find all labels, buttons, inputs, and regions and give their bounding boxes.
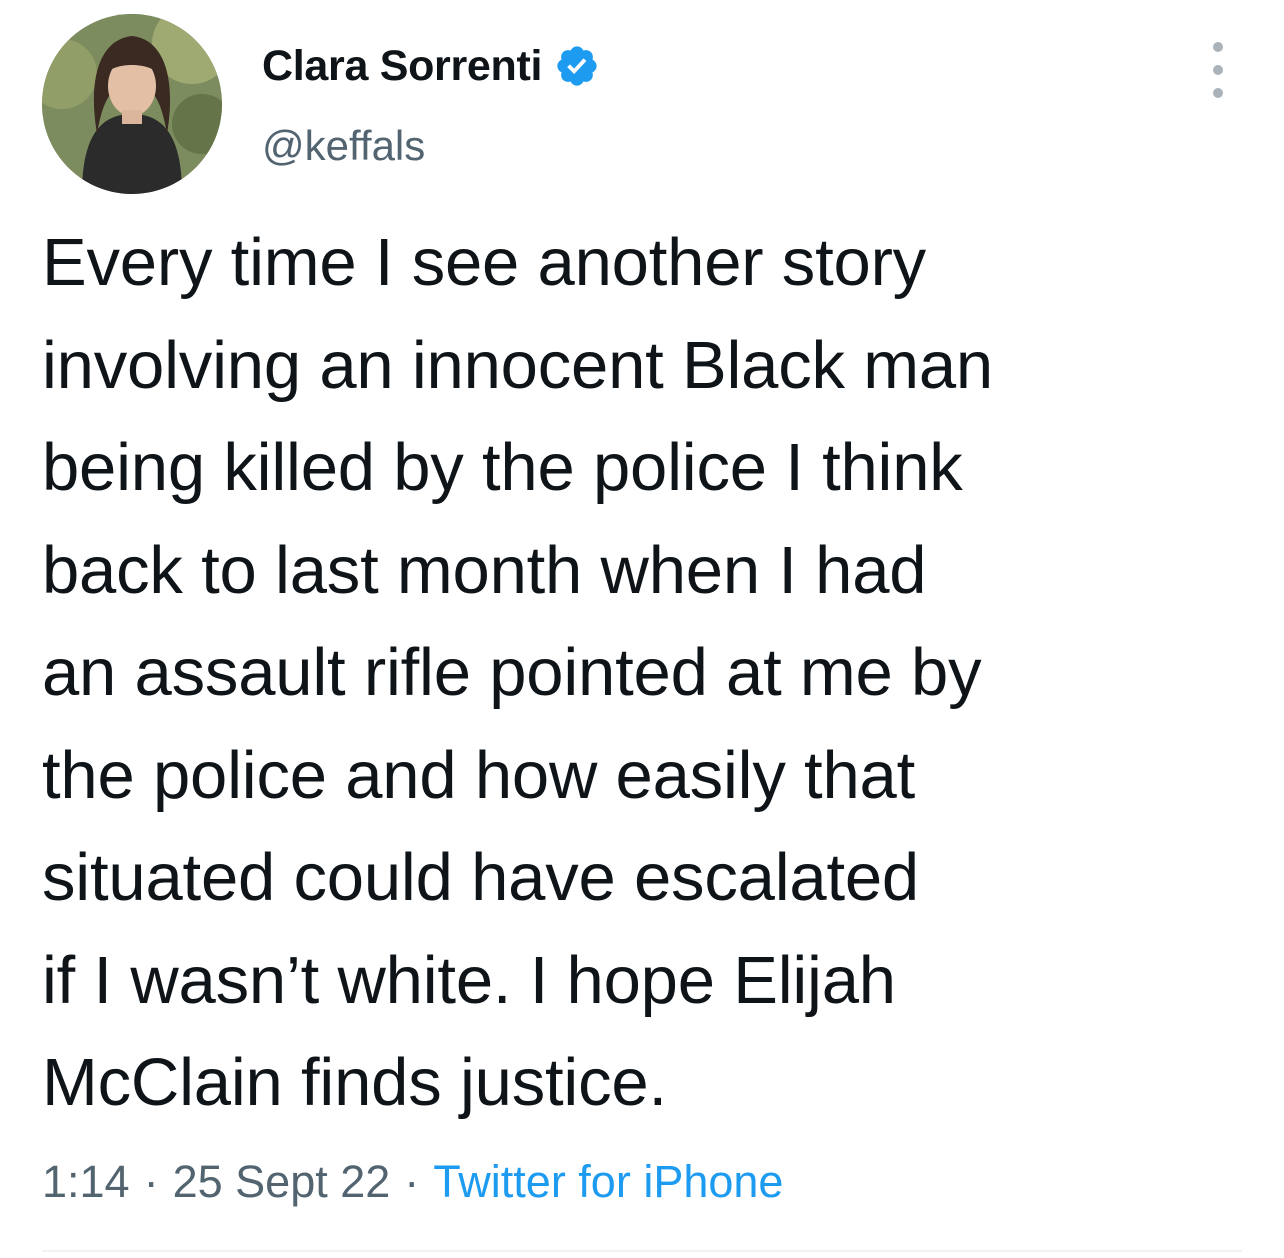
avatar[interactable] [42,14,222,194]
more-dot [1213,88,1223,98]
tweet-text-line: involving an innocent Black man [42,327,993,403]
more-dot [1213,42,1223,52]
display-name[interactable]: Clara Sorrenti [262,38,542,94]
more-dot [1213,65,1223,75]
tweet-time[interactable]: 1:14 [42,1156,130,1207]
tweet-date[interactable]: 25 Sept 22 [173,1156,391,1207]
tweet-text-line: being killed by the police I think [42,430,963,505]
tweet-source-link[interactable]: Twitter for iPhone [433,1156,783,1207]
tweet-text-line: an assault rifle pointed at me by [42,635,982,710]
tweet-text-line: Every time I see another story [42,225,926,300]
divider [42,1250,1242,1252]
avatar-photo [42,14,222,194]
tweet-text-line: the police and how easily that [42,737,916,813]
tweet-text-line: McClain finds justice. [42,1045,667,1120]
tweet-meta: 1:14 · 25 Sept 22 · Twitter for iPhone [42,1152,783,1212]
verified-badge-icon [557,46,597,86]
tweet-text-line: situated could have escalated [42,840,919,915]
tweet-text-line: back to last month when I had [42,532,927,608]
meta-separator: · [143,1156,159,1207]
tweet-text: Every time I see another story involving… [42,212,1242,1135]
author-name-row[interactable]: Clara Sorrenti [262,38,600,94]
tweet-card: Clara Sorrenti @keffals Every time I see… [0,0,1284,1258]
author-handle[interactable]: @keffals [262,118,425,174]
meta-separator: · [404,1156,420,1207]
tweet-text-line: if I wasn’t white. I hope Elijah [42,942,896,1018]
more-vertical-icon[interactable] [1202,42,1234,98]
